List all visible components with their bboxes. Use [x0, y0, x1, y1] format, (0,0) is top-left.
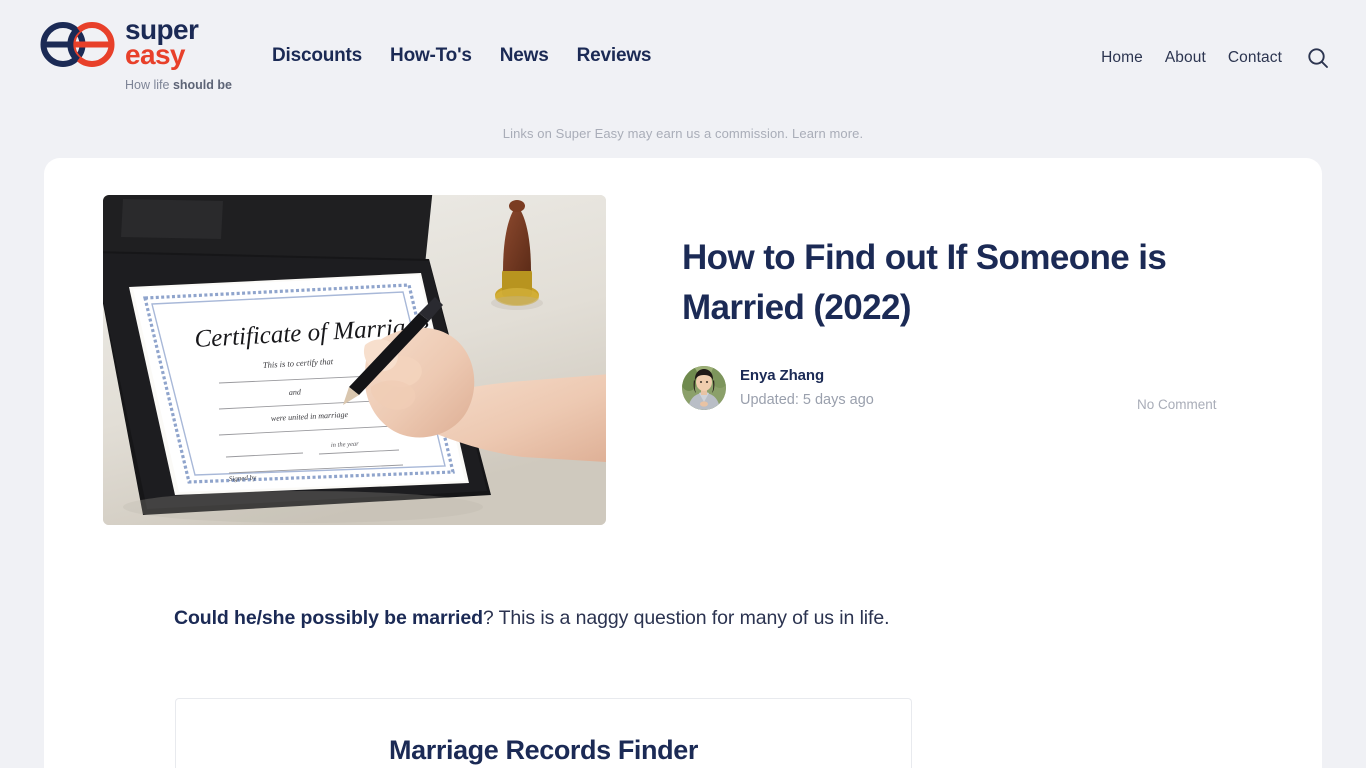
- super-easy-double-e-logo-icon: [40, 22, 125, 67]
- nav-item-discounts[interactable]: Discounts: [272, 45, 362, 67]
- tagline-prefix: How life: [125, 78, 173, 92]
- disclosure-text: Links on Super Easy may earn us a commis…: [502, 126, 793, 141]
- author-avatar[interactable]: [682, 366, 726, 411]
- brand-wordmark: super easy: [125, 16, 199, 70]
- search-icon[interactable]: [1306, 46, 1330, 70]
- lead-paragraph: Could he/she possibly be married? This i…: [174, 601, 914, 635]
- wordmark-easy: easy: [125, 38, 185, 70]
- page-title: How to Find out If Someone is Married (2…: [682, 238, 1167, 327]
- author-name[interactable]: Enya Zhang: [740, 366, 874, 386]
- nav-item-news[interactable]: News: [500, 45, 549, 67]
- comment-count[interactable]: No Comment: [1137, 397, 1217, 412]
- svg-text:in the year: in the year: [331, 441, 360, 449]
- lead-paragraph-rest: ? This is a naggy question for many of u…: [482, 607, 890, 629]
- marriage-records-finder-title: Marriage Records Finder: [389, 735, 698, 765]
- svg-text:Signed by: Signed by: [229, 474, 258, 483]
- nav-item-contact[interactable]: Contact: [1228, 49, 1282, 67]
- svg-text:and: and: [289, 387, 302, 397]
- nav-item-how-tos[interactable]: How-To's: [390, 45, 472, 67]
- tagline-bold: should be: [172, 78, 232, 92]
- updated-timestamp: Updated: 5 days ago: [740, 392, 874, 409]
- nav-item-reviews[interactable]: Reviews: [577, 45, 652, 67]
- disclosure-learn-more-link[interactable]: Learn more.: [792, 126, 863, 141]
- affiliate-disclosure: Links on Super Easy may earn us a commis…: [0, 126, 1366, 141]
- article-header: How to Find out If Someone is Married (2…: [682, 233, 1262, 332]
- article-byline: Enya Zhang Updated: 5 days ago: [682, 366, 874, 411]
- site-header: super easy How life should be Discounts …: [0, 0, 1366, 112]
- primary-navigation: Discounts How-To's News Reviews: [272, 45, 651, 67]
- nav-item-home[interactable]: Home: [1101, 49, 1143, 67]
- article-hero-image: Certificate of Marriage This is to certi…: [103, 195, 606, 525]
- nav-item-about[interactable]: About: [1165, 49, 1206, 67]
- lead-paragraph-bold: Could he/she possibly be married: [174, 607, 483, 629]
- byline-text: Enya Zhang Updated: 5 days ago: [740, 366, 874, 411]
- utility-navigation: Home About Contact: [1101, 46, 1330, 70]
- marriage-records-finder-card: Marriage Records Finder: [175, 698, 912, 768]
- brand-logo-link[interactable]: super easy How life should be: [40, 14, 245, 98]
- brand-tagline: How life should be: [125, 78, 232, 92]
- article-card: Certificate of Marriage This is to certi…: [44, 158, 1322, 768]
- article-body: Could he/she possibly be married? This i…: [174, 601, 914, 635]
